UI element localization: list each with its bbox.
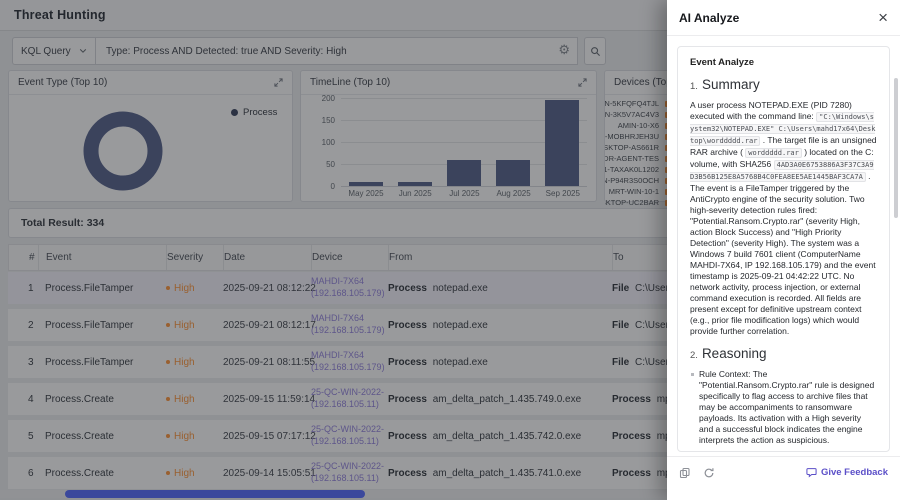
ai-drawer-title: AI Analyze [679,11,739,25]
event-analyze-title: Event Analyze [690,57,877,68]
reasoning-item: Rule Context: The "Potential.Ransom.Cryp… [690,369,877,446]
vertical-scrollbar-thumb[interactable] [894,78,898,218]
summary-paragraph: A user process NOTEPAD.EXE (PID 7280) ex… [690,100,877,337]
give-feedback-button[interactable]: Give Feedback [806,467,888,478]
ai-analyze-drawer: AI Analyze × Event Analyze 1.Summary A u… [667,0,900,500]
reasoning-list: Rule Context: The "Potential.Ransom.Cryp… [690,369,877,452]
give-feedback-label: Give Feedback [821,467,888,478]
ai-drawer-footer: Give Feedback [667,456,900,488]
ai-drawer-header: AI Analyze × [667,0,900,36]
feedback-chat-icon [806,467,817,478]
close-icon[interactable]: × [878,9,888,26]
event-analyze-card: Event Analyze 1.Summary A user process N… [677,46,890,452]
reasoning-item: Process Behavior: Launching NOTEPAD.EXE … [690,450,877,452]
refresh-icon[interactable] [703,467,715,479]
copy-icon[interactable] [679,467,691,479]
ai-drawer-body: Event Analyze 1.Summary A user process N… [667,36,900,456]
summary-heading: 1.Summary [690,76,877,94]
reasoning-heading: 2.Reasoning [690,345,877,363]
